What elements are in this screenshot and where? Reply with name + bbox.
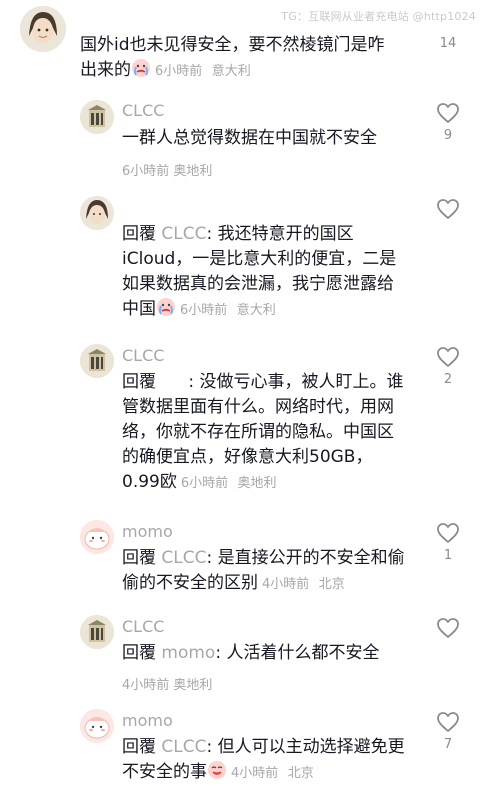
heart-icon[interactable]	[436, 617, 460, 639]
comment-text: 回覆 CLCC: 是直接公开的不安全和偷 偷的不安全的区别 4小時前 北京	[122, 548, 405, 593]
avatar[interactable]	[80, 100, 114, 134]
like-button[interactable]: 1	[434, 522, 462, 564]
username[interactable]: CLCC	[122, 346, 164, 365]
crying-face-emoji-icon	[156, 297, 176, 317]
like-button[interactable]	[434, 198, 462, 240]
username[interactable]: CLCC	[122, 101, 164, 120]
like-button[interactable]	[434, 617, 462, 659]
like-button[interactable]: 7	[434, 711, 462, 753]
like-button[interactable]: 2	[434, 346, 462, 388]
like-count: 14	[439, 36, 457, 51]
heart-icon[interactable]	[436, 711, 460, 733]
username[interactable]: momo	[122, 711, 173, 730]
mention[interactable]: CLCC	[161, 548, 206, 568]
like-button[interactable]: 9	[434, 102, 462, 144]
avatar[interactable]	[80, 520, 114, 554]
comment-text: 回覆 CLCC: 我还特意开的国区 iCloud，一是比意大利的便宜，二是 如果…	[122, 224, 397, 319]
heart-icon[interactable]	[436, 346, 460, 368]
mention[interactable]: CLCC	[161, 224, 206, 244]
avatar[interactable]	[80, 344, 114, 378]
like-count: 7	[443, 737, 453, 752]
heart-icon[interactable]	[436, 198, 460, 220]
like-count	[434, 224, 462, 240]
comment-text: 回覆 : 没做亏心事，被人盯上。谁 管数据里面有什么。网络时代，用网 络，你就不…	[122, 372, 404, 492]
smiling-face-emoji-icon	[207, 760, 227, 780]
comment-meta: 6小時前 奥地利	[122, 164, 213, 179]
username[interactable]: CLCC	[122, 617, 164, 636]
like-count: 9	[443, 128, 453, 143]
comment-meta: 4小時前 奥地利	[122, 678, 213, 693]
like-count: 2	[443, 372, 453, 387]
like-count: 1	[443, 548, 453, 563]
like-count	[434, 643, 462, 659]
avatar[interactable]	[80, 196, 114, 230]
mention[interactable]: CLCC	[161, 737, 206, 757]
username[interactable]: momo	[122, 522, 173, 541]
comment-text: 一群人总觉得数据在中国就不安全	[122, 128, 377, 148]
comment-text: 国外id也未见得安全，要不然棱镜门是咋 出来的 6小時前 意大利	[80, 35, 385, 80]
heart-icon[interactable]	[436, 522, 460, 544]
mention[interactable]: momo	[161, 643, 215, 663]
avatar[interactable]	[80, 615, 114, 649]
comment-text: 回覆 CLCC: 但人可以主动选择避免更 不安全的事 4小時前 北京	[122, 737, 405, 782]
avatar[interactable]	[80, 709, 114, 743]
heart-icon[interactable]	[436, 102, 460, 124]
like-button[interactable]: 14	[434, 6, 462, 52]
crying-face-emoji-icon	[131, 58, 151, 78]
comment-text: 回覆 momo: 人活着什么都不安全	[122, 643, 380, 663]
avatar[interactable]	[20, 6, 66, 52]
